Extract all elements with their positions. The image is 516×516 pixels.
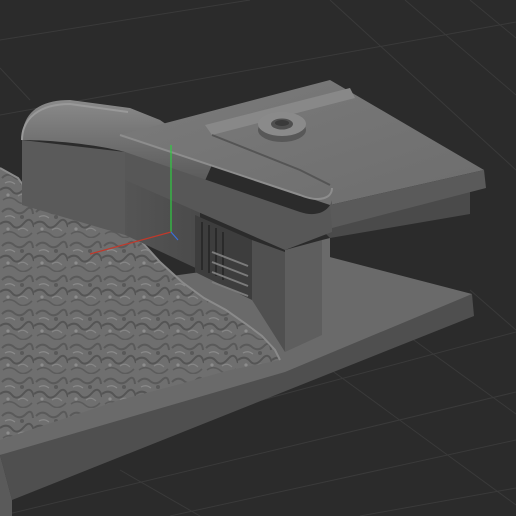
- roof-hatch-ring[interactable]: [258, 112, 306, 142]
- 3d-viewport[interactable]: [0, 0, 516, 516]
- viewport-canvas[interactable]: [0, 0, 516, 516]
